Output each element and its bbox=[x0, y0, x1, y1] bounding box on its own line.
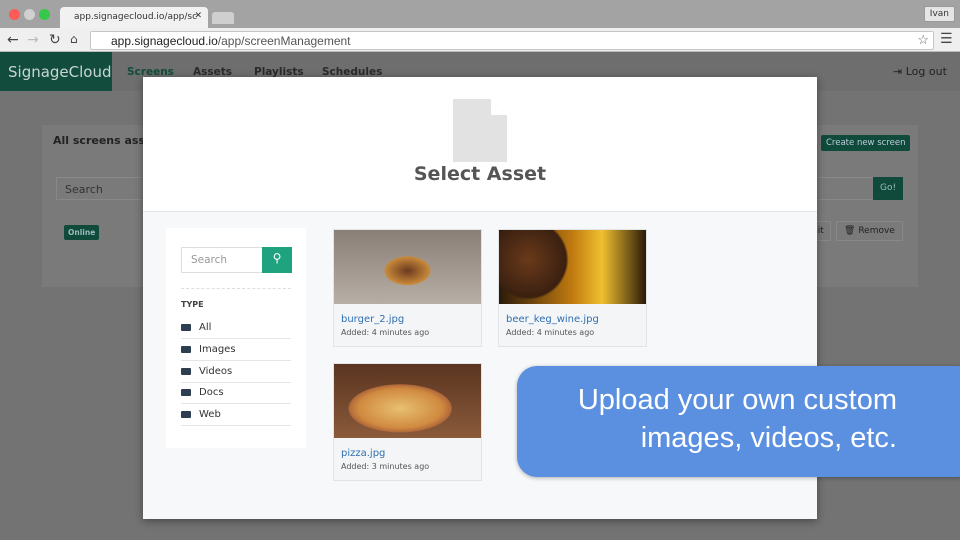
asset-card[interactable]: beer_keg_wine.jpg Added: 4 minutes ago bbox=[498, 229, 647, 347]
filter-sidebar: Search ⚲ TYPE All Images Videos Docs Web bbox=[166, 228, 306, 448]
home-icon[interactable]: ⌂ bbox=[70, 32, 78, 46]
asset-card[interactable]: burger_2.jpg Added: 4 minutes ago bbox=[333, 229, 482, 347]
asset-name[interactable]: burger_2.jpg bbox=[341, 314, 481, 325]
asset-thumbnail-pizza bbox=[334, 364, 481, 438]
promo-callout: Upload your own custom images, videos, e… bbox=[517, 366, 960, 477]
folder-icon bbox=[181, 389, 191, 396]
logout-button[interactable]: ⇥ Log out bbox=[893, 65, 947, 78]
modal-title: Select Asset bbox=[413, 163, 547, 185]
asset-added: Added: 4 minutes ago bbox=[341, 328, 430, 337]
type-all[interactable]: All bbox=[181, 317, 291, 339]
file-icon bbox=[453, 99, 507, 162]
type-label: Docs bbox=[199, 387, 224, 398]
folder-icon bbox=[181, 411, 191, 418]
url-host: app.signagecloud.io bbox=[111, 34, 218, 48]
logout-icon: ⇥ bbox=[893, 65, 906, 78]
asset-added: Added: 3 minutes ago bbox=[341, 462, 430, 471]
profile-button[interactable]: Ivan bbox=[923, 6, 955, 22]
status-badge: Online bbox=[64, 225, 100, 240]
folder-icon bbox=[181, 346, 191, 353]
callout-line-2: images, videos, etc. bbox=[640, 422, 897, 454]
bookmark-star-icon[interactable]: ☆ bbox=[917, 32, 929, 48]
trash-icon: 🗑 bbox=[844, 226, 856, 236]
divider bbox=[181, 288, 291, 289]
address-bar[interactable]: app.signagecloud.io/app/screenManagement… bbox=[90, 31, 934, 50]
type-label: Images bbox=[199, 344, 236, 355]
minimize-window-button[interactable] bbox=[24, 9, 35, 20]
back-icon[interactable]: ← bbox=[7, 32, 19, 48]
asset-added: Added: 4 minutes ago bbox=[506, 328, 595, 337]
new-tab-button[interactable] bbox=[212, 12, 234, 24]
asset-card[interactable]: pizza.jpg Added: 3 minutes ago bbox=[333, 363, 482, 481]
create-screen-button[interactable]: Create new screen bbox=[821, 135, 911, 151]
remove-button[interactable]: 🗑 Remove bbox=[836, 221, 903, 241]
browser-tab[interactable]: app.signagecloud.io/app/sc ✕ bbox=[60, 7, 208, 28]
maximize-window-button[interactable] bbox=[39, 9, 50, 20]
forward-icon[interactable]: → bbox=[27, 32, 39, 48]
go-button[interactable]: Go! bbox=[873, 177, 903, 200]
remove-label: Remove bbox=[858, 226, 895, 236]
folder-icon bbox=[181, 324, 191, 331]
close-window-button[interactable] bbox=[9, 9, 20, 20]
logout-label: Log out bbox=[905, 65, 947, 78]
asset-name[interactable]: beer_keg_wine.jpg bbox=[506, 314, 646, 325]
folder-icon bbox=[181, 368, 191, 375]
type-heading: TYPE bbox=[181, 300, 204, 309]
type-label: Web bbox=[199, 409, 221, 420]
menu-icon[interactable]: ☰ bbox=[940, 31, 953, 47]
type-label: Videos bbox=[199, 366, 233, 377]
asset-thumbnail-beer bbox=[499, 230, 646, 304]
type-docs[interactable]: Docs bbox=[181, 382, 291, 404]
modal-header: Select Asset bbox=[143, 77, 817, 212]
type-label: All bbox=[199, 322, 212, 333]
tab-title: app.signagecloud.io/app/sc bbox=[74, 12, 198, 22]
type-videos[interactable]: Videos bbox=[181, 361, 291, 383]
brand-logo[interactable]: SignageCloud bbox=[0, 52, 112, 91]
asset-thumbnail-burger bbox=[334, 230, 481, 304]
close-tab-icon[interactable]: ✕ bbox=[194, 11, 202, 21]
type-images[interactable]: Images bbox=[181, 339, 291, 361]
callout-line-1: Upload your own custom bbox=[577, 384, 897, 416]
asset-search-input[interactable]: Search bbox=[181, 247, 263, 273]
url-path: /app/screenManagement bbox=[217, 34, 351, 48]
type-web[interactable]: Web bbox=[181, 404, 291, 426]
search-icon: ⚲ bbox=[272, 251, 282, 265]
asset-name[interactable]: pizza.jpg bbox=[341, 448, 481, 459]
reload-icon[interactable]: ↻ bbox=[49, 32, 61, 48]
search-button[interactable]: ⚲ bbox=[262, 247, 292, 273]
